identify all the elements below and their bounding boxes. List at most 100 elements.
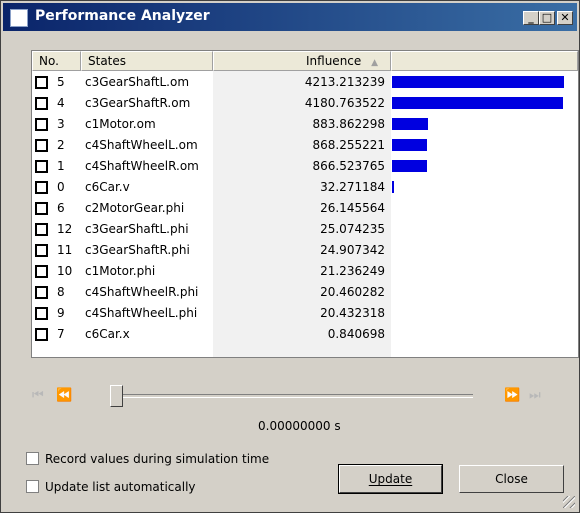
- row-state: c1Motor.om: [85, 117, 156, 131]
- row-checkbox[interactable]: [35, 328, 48, 341]
- maximize-button[interactable]: □: [539, 11, 555, 25]
- row-checkbox[interactable]: [35, 181, 48, 194]
- row-number: 1: [57, 159, 65, 173]
- row-state: c3GearShaftR.phi: [85, 243, 190, 257]
- row-influence: 883.862298: [312, 117, 385, 131]
- row-influence: 21.236249: [320, 264, 385, 278]
- row-state: c4ShaftWheelR.om: [85, 159, 199, 173]
- row-checkbox[interactable]: [35, 286, 48, 299]
- table-row[interactable]: 1 c4ShaftWheelR.om 866.523765: [32, 156, 578, 177]
- row-influence: 0.840698: [327, 327, 385, 341]
- influence-bar: [392, 160, 427, 172]
- row-influence: 4213.213239: [304, 75, 385, 89]
- close-window-button[interactable]: ✕: [557, 11, 573, 25]
- row-state: c3GearShaftL.om: [85, 75, 190, 89]
- row-checkbox[interactable]: [35, 244, 48, 257]
- row-state: c3GearShaftR.om: [85, 96, 191, 110]
- row-checkbox[interactable]: [35, 202, 48, 215]
- close-button[interactable]: Close: [459, 465, 564, 493]
- row-checkbox[interactable]: [35, 265, 48, 278]
- row-checkbox[interactable]: [35, 118, 48, 131]
- time-readout: 0.00000000 s: [258, 419, 341, 433]
- column-no-label: No.: [39, 54, 59, 68]
- row-influence: 25.074235: [320, 222, 385, 236]
- row-influence: 20.460282: [320, 285, 385, 299]
- table-row[interactable]: 2 c4ShaftWheelL.om 868.255221: [32, 135, 578, 156]
- table-row[interactable]: 7 c6Car.x 0.840698: [32, 324, 578, 345]
- table-row[interactable]: 8 c4ShaftWheelR.phi 20.460282: [32, 282, 578, 303]
- row-number: 9: [57, 306, 65, 320]
- row-number: 11: [57, 243, 73, 257]
- table-row[interactable]: 11 c3GearShaftR.phi 24.907342: [32, 240, 578, 261]
- row-number: 8: [57, 285, 65, 299]
- row-state: c3GearShaftL.phi: [85, 222, 189, 236]
- window-title: Performance Analyzer: [35, 8, 210, 24]
- update-button-label: Update: [368, 472, 413, 486]
- previous-frame-icon[interactable]: ⏪: [56, 388, 72, 403]
- row-state: c1Motor.phi: [85, 264, 156, 278]
- sort-ascending-icon: ▲: [371, 58, 379, 68]
- row-number: 0: [57, 180, 65, 194]
- row-checkbox[interactable]: [35, 97, 48, 110]
- update-button[interactable]: Update: [338, 464, 443, 494]
- row-checkbox[interactable]: [35, 76, 48, 89]
- row-influence: 32.271184: [320, 180, 385, 194]
- table-row[interactable]: 4 c3GearShaftR.om 4180.763522: [32, 93, 578, 114]
- row-number: 10: [57, 264, 73, 278]
- last-frame-icon[interactable]: ⏭: [529, 388, 541, 403]
- column-influence-label: Influence: [306, 54, 362, 68]
- row-number: 2: [57, 138, 65, 152]
- row-number: 12: [57, 222, 73, 236]
- influence-bar: [392, 97, 563, 109]
- auto-update-option[interactable]: Update list automatically: [26, 480, 196, 494]
- first-frame-icon[interactable]: ⏮: [32, 388, 44, 403]
- table-row[interactable]: 10 c1Motor.phi 21.236249: [32, 261, 578, 282]
- row-state: c4ShaftWheelL.phi: [85, 306, 198, 320]
- resize-grip[interactable]: [563, 496, 575, 508]
- table-row[interactable]: 6 c2MotorGear.phi 26.145564: [32, 198, 578, 219]
- row-number: 3: [57, 117, 65, 131]
- row-checkbox[interactable]: [35, 307, 48, 320]
- column-header-states[interactable]: States: [81, 51, 213, 71]
- table-row[interactable]: 3 c1Motor.om 883.862298: [32, 114, 578, 135]
- table-row[interactable]: 5 c3GearShaftL.om 4213.213239: [32, 72, 578, 93]
- row-state: c6Car.x: [85, 327, 130, 341]
- row-state: c4ShaftWheelR.phi: [85, 285, 199, 299]
- row-checkbox[interactable]: [35, 160, 48, 173]
- auto-update-checkbox[interactable]: [26, 480, 39, 493]
- row-checkbox[interactable]: [35, 139, 48, 152]
- row-influence: 866.523765: [312, 159, 385, 173]
- column-header-bar[interactable]: [391, 51, 578, 71]
- row-influence: 26.145564: [320, 201, 385, 215]
- states-list[interactable]: No. States Influence ▲ 5 c3GearShaftL.om 4…: [31, 50, 579, 358]
- column-header-influence[interactable]: Influence ▲: [213, 51, 391, 71]
- next-frame-icon[interactable]: ⏩: [504, 388, 520, 403]
- time-slider-thumb[interactable]: [110, 385, 123, 407]
- row-state: c2MotorGear.phi: [85, 201, 185, 215]
- influence-bar: [392, 76, 564, 88]
- row-influence: 24.907342: [320, 243, 385, 257]
- minimize-button[interactable]: _: [523, 11, 539, 25]
- row-number: 5: [57, 75, 65, 89]
- record-values-checkbox[interactable]: [26, 452, 39, 465]
- close-button-label: Close: [495, 472, 528, 486]
- window-icon: [10, 9, 28, 27]
- row-checkbox[interactable]: [35, 223, 48, 236]
- row-number: 6: [57, 201, 65, 215]
- column-states-label: States: [88, 54, 127, 68]
- record-values-option[interactable]: Record values during simulation time: [26, 452, 269, 466]
- row-state: c6Car.v: [85, 180, 130, 194]
- time-slider-track[interactable]: [121, 394, 473, 398]
- auto-update-label: Update list automatically: [45, 480, 196, 494]
- row-number: 7: [57, 327, 65, 341]
- table-row[interactable]: 9 c4ShaftWheelL.phi 20.432318: [32, 303, 578, 324]
- table-row[interactable]: 0 c6Car.v 32.271184: [32, 177, 578, 198]
- table-row[interactable]: 12 c3GearShaftL.phi 25.074235: [32, 219, 578, 240]
- row-number: 4: [57, 96, 65, 110]
- row-state: c4ShaftWheelL.om: [85, 138, 198, 152]
- column-header-no[interactable]: No.: [32, 51, 81, 71]
- row-influence: 20.432318: [320, 306, 385, 320]
- record-values-label: Record values during simulation time: [45, 452, 270, 466]
- row-influence: 868.255221: [312, 138, 385, 152]
- title-bar[interactable]: Performance Analyzer _ □ ✕: [3, 3, 577, 31]
